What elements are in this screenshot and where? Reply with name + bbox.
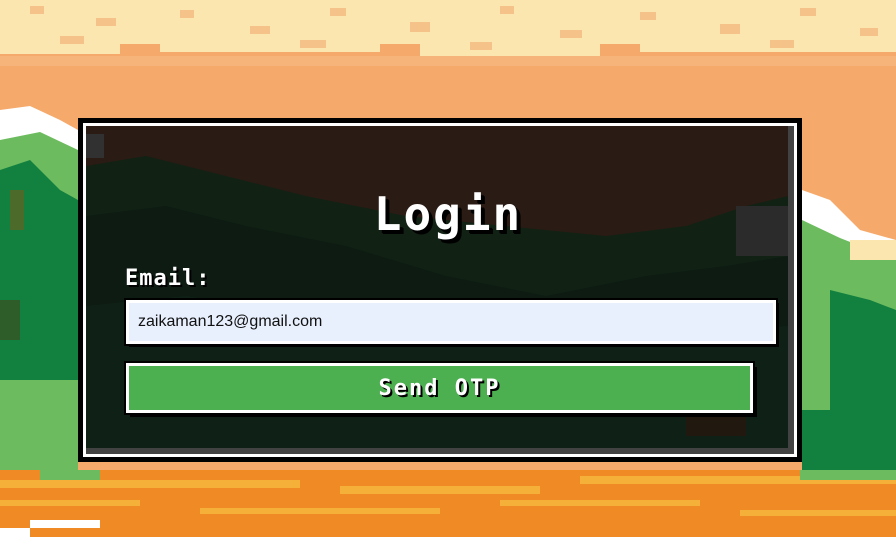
email-input[interactable] <box>124 298 778 346</box>
email-label: Email: <box>125 266 211 291</box>
login-title: Login <box>373 187 523 241</box>
send-otp-button[interactable]: Send OTP <box>124 361 755 415</box>
